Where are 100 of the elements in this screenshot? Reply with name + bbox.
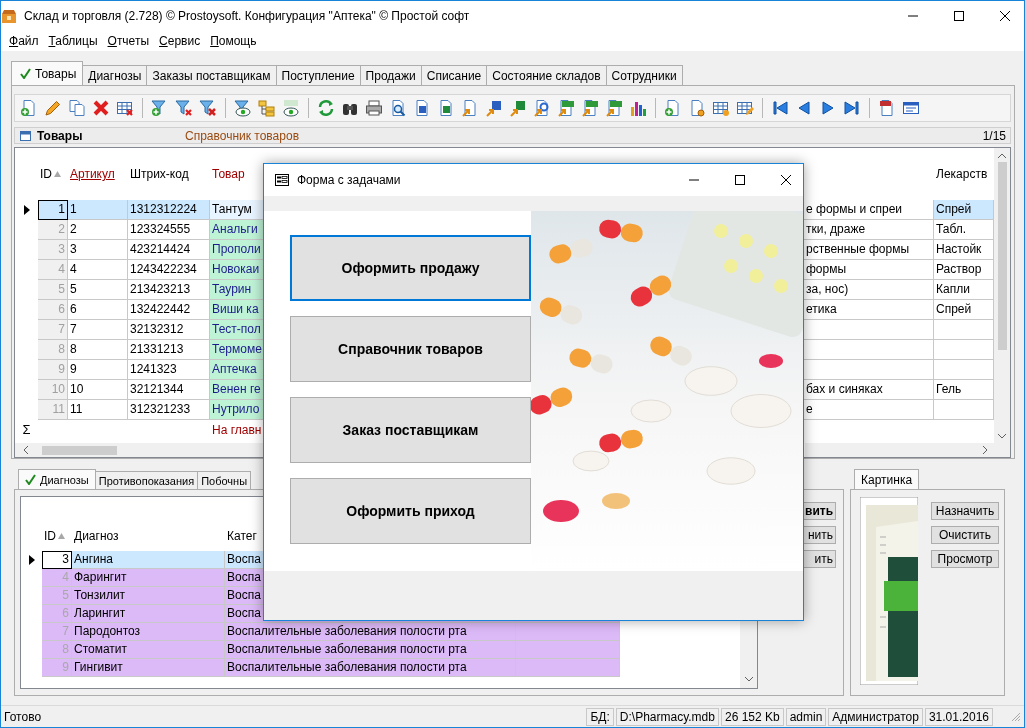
- word-export-icon[interactable]: [485, 99, 503, 117]
- spreadsheet-export-icon[interactable]: [509, 99, 527, 117]
- copy-icon[interactable]: [68, 99, 86, 117]
- funnel-plus-icon[interactable]: [151, 99, 169, 117]
- menu-item[interactable]: Таблицы: [43, 34, 103, 48]
- table-cell: Воспалительные заболевания полости рта: [225, 659, 516, 677]
- tab[interactable]: Диагнозы: [18, 469, 96, 489]
- column-header[interactable]: Лекарств: [936, 167, 988, 181]
- column-header[interactable]: Катег: [227, 529, 257, 543]
- print-preview-icon[interactable]: [389, 99, 407, 117]
- table-cell: Тантум: [210, 200, 266, 220]
- document-export-icon[interactable]: [605, 99, 623, 117]
- menu-item[interactable]: Файл: [4, 34, 44, 48]
- action-button[interactable]: вить: [802, 502, 836, 520]
- table-cell: 9: [68, 360, 128, 380]
- document-plus-icon[interactable]: [20, 99, 38, 117]
- action-button[interactable]: Назначить: [931, 502, 999, 520]
- column-header[interactable]: Товар: [212, 167, 245, 181]
- panel-subtitle: Справочник товаров: [185, 128, 300, 143]
- table-cell: Ангина: [72, 551, 225, 569]
- row-pointer-icon: [23, 205, 30, 215]
- scrollbar-thumb[interactable]: [997, 162, 1007, 350]
- document-export-icon[interactable]: [461, 99, 479, 117]
- tab[interactable]: Товары: [11, 61, 84, 85]
- eye-icon[interactable]: [282, 99, 300, 117]
- close-icon[interactable]: [780, 175, 791, 185]
- table-cell: 7: [38, 320, 68, 340]
- user-name: admin: [785, 707, 827, 726]
- tree-icon[interactable]: [258, 99, 276, 117]
- bar-chart-icon[interactable]: [629, 99, 647, 117]
- status-date: 31.01.2016: [924, 707, 993, 726]
- tab[interactable]: Диагнозы: [82, 65, 148, 85]
- tab[interactable]: Побочны: [197, 471, 252, 489]
- dialog-title: Форма с задачами: [297, 173, 402, 187]
- document-export-icon[interactable]: [581, 99, 599, 117]
- pencil-icon[interactable]: [44, 99, 62, 117]
- table-cell: Новокаи: [210, 260, 266, 280]
- funnel-eye-icon[interactable]: [234, 99, 252, 117]
- document-plus-icon[interactable]: [664, 99, 682, 117]
- size-grip-icon[interactable]: [1011, 711, 1021, 722]
- table-cell: Пародонтоз: [72, 623, 225, 641]
- table-plus-icon[interactable]: [712, 99, 730, 117]
- spreadsheet-document-icon[interactable]: [437, 99, 455, 117]
- tab[interactable]: Поступление: [275, 65, 361, 85]
- action-button[interactable]: Просмотр: [931, 550, 999, 568]
- form-icon[interactable]: [902, 99, 920, 117]
- form-icon: [275, 174, 289, 186]
- menu-item[interactable]: Помощь: [205, 34, 262, 48]
- table-cell: 1312312224: [128, 200, 210, 220]
- tab[interactable]: Сотрудники: [605, 65, 683, 85]
- table-cell: Воспалительные заболевания полости рта: [225, 641, 516, 659]
- funnel-delete-icon[interactable]: [199, 99, 217, 117]
- first-icon[interactable]: [771, 99, 789, 117]
- action-button[interactable]: Очистить: [931, 526, 999, 544]
- column-header[interactable]: ID: [44, 529, 56, 543]
- close-icon[interactable]: [999, 11, 1010, 21]
- table-cell: Нутрило: [210, 400, 266, 420]
- word-document-icon[interactable]: [413, 99, 431, 117]
- task-button[interactable]: Заказ поставщикам: [290, 397, 531, 463]
- table-cell: 3: [68, 240, 128, 260]
- menu-item[interactable]: Сервис: [154, 34, 206, 48]
- action-button[interactable]: ить: [802, 550, 836, 568]
- maximize-icon[interactable]: [953, 11, 964, 21]
- card-icon[interactable]: [878, 99, 896, 117]
- sum-symbol: Σ: [21, 422, 32, 437]
- task-button[interactable]: Оформить продажу: [290, 235, 531, 301]
- document-gear-icon[interactable]: [688, 99, 706, 117]
- printer-icon[interactable]: [365, 99, 383, 117]
- table-cell: 2: [68, 220, 128, 240]
- tab[interactable]: Картинка: [854, 469, 920, 489]
- funnel-delete-icon[interactable]: [175, 99, 193, 117]
- tab[interactable]: Противопоказания: [94, 471, 199, 489]
- table-cell: 1: [68, 200, 128, 220]
- web-export-icon[interactable]: [533, 99, 551, 117]
- scrollbar-thumb[interactable]: [42, 445, 117, 455]
- task-button[interactable]: Справочник товаров: [290, 316, 531, 382]
- column-header[interactable]: Штрих-код: [130, 167, 189, 181]
- document-export-icon[interactable]: [557, 99, 575, 117]
- table-icon: [20, 130, 31, 141]
- column-header[interactable]: Артикул: [70, 167, 115, 181]
- table-cell: Фарингит: [72, 569, 225, 587]
- table-cell: Таурин: [210, 280, 266, 300]
- action-button[interactable]: нить: [802, 526, 836, 544]
- window-title: Склад и торговля (2.728) © Prostoysoft. Конфигурация "Аптека" © Простой софт: [24, 9, 471, 23]
- task-button[interactable]: Оформить приход: [290, 478, 531, 544]
- tab[interactable]: Продажи: [359, 65, 422, 85]
- table-cell: 3: [42, 551, 72, 569]
- table-delete-icon[interactable]: [116, 99, 134, 117]
- table-cell: Стоматит: [72, 641, 225, 659]
- refresh-icon[interactable]: [317, 99, 335, 117]
- menu-item[interactable]: Отчеты: [102, 34, 155, 48]
- tab[interactable]: Заказы поставщикам: [146, 65, 277, 85]
- delete-icon[interactable]: [92, 99, 110, 117]
- maximize-icon[interactable]: [734, 175, 745, 185]
- column-header[interactable]: ID: [40, 167, 52, 181]
- last-icon[interactable]: [843, 99, 861, 117]
- table-cell: Ларингит: [72, 605, 225, 623]
- table-edit-icon[interactable]: [736, 99, 754, 117]
- column-header[interactable]: Диагноз: [74, 529, 119, 543]
- tab[interactable]: Состояние складов: [486, 65, 607, 85]
